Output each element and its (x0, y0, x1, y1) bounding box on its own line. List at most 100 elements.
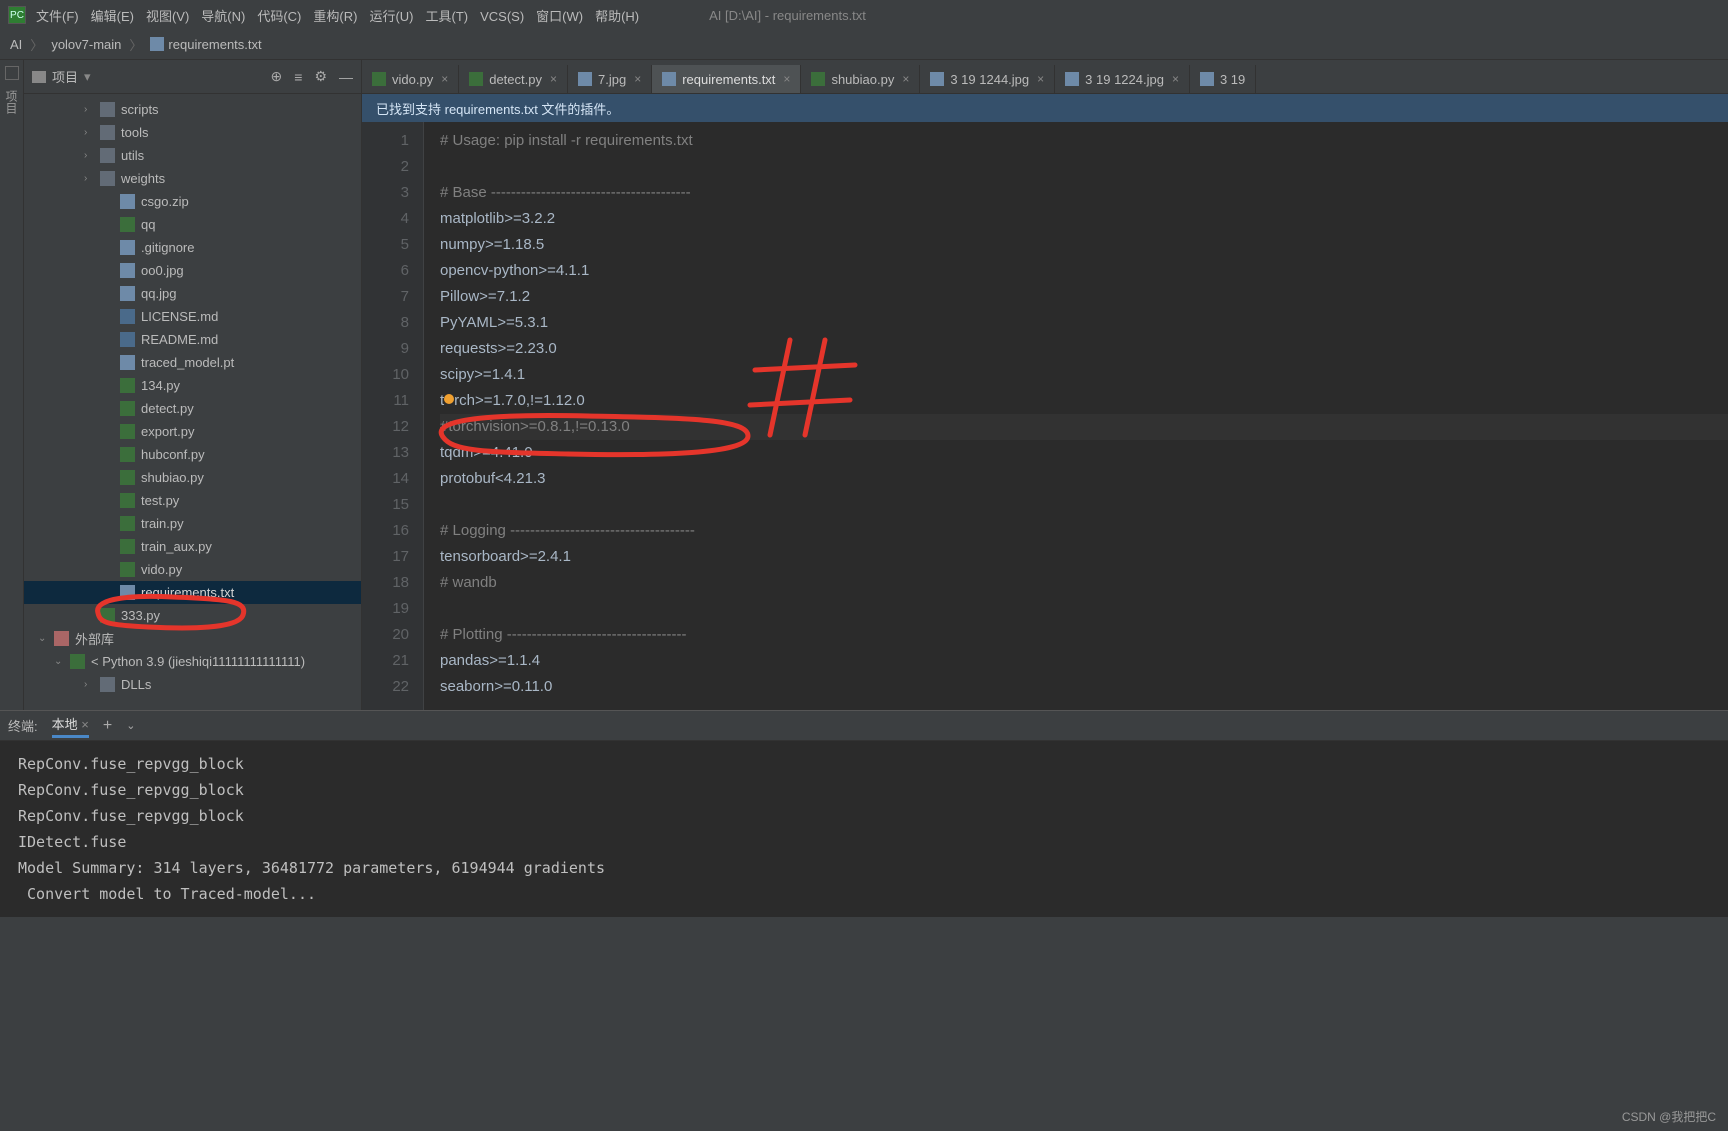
code-line[interactable]: scipy>=1.4.1 (440, 362, 1728, 388)
code-line[interactable]: Pillow>=7.1.2 (440, 284, 1728, 310)
tree-item[interactable]: 333.py (24, 604, 361, 627)
tree-item[interactable]: qq (24, 213, 361, 236)
breadcrumb-project[interactable]: yolov7-main (51, 37, 121, 52)
editor-tab[interactable]: 3 19 (1190, 65, 1256, 93)
locate-icon[interactable]: ⊕ (271, 68, 283, 85)
code-line[interactable]: # Usage: pip install -r requirements.txt (440, 128, 1728, 154)
code-editor[interactable]: 12345678910111213141516171819202122 # Us… (362, 122, 1728, 710)
tree-item[interactable]: hubconf.py (24, 443, 361, 466)
editor-tab[interactable]: 3 19 1224.jpg× (1055, 65, 1190, 93)
dropdown-icon[interactable]: ▾ (84, 69, 91, 85)
tree-item[interactable]: .gitignore (24, 236, 361, 259)
collapse-icon[interactable]: ≡ (294, 69, 302, 85)
project-tool-icon[interactable] (5, 66, 19, 80)
tree-item[interactable]: shubiao.py (24, 466, 361, 489)
tree-item-label: hubconf.py (141, 447, 205, 462)
settings-icon[interactable]: ⚙ (314, 68, 327, 85)
tree-item[interactable]: ›weights (24, 167, 361, 190)
editor-tab[interactable]: detect.py× (459, 65, 568, 93)
tree-item-label: < Python 3.9 (jieshiqi11111111111111) (91, 654, 305, 669)
code-line[interactable]: requests>=2.23.0 (440, 336, 1728, 362)
tree-item[interactable]: ›utils (24, 144, 361, 167)
code-line[interactable]: opencv-python>=4.1.1 (440, 258, 1728, 284)
terminal-tab-local[interactable]: 本地 × (52, 714, 89, 738)
close-icon[interactable]: × (1037, 72, 1044, 86)
code-line[interactable]: tensorboard>=2.4.1 (440, 544, 1728, 570)
line-number: 1 (362, 128, 409, 154)
terminal-add-button[interactable]: + (103, 717, 112, 735)
lib-icon (54, 631, 69, 646)
tree-item[interactable]: train.py (24, 512, 361, 535)
menu-item[interactable]: VCS(S) (474, 7, 530, 26)
tree-item[interactable]: ⌄< Python 3.9 (jieshiqi11111111111111) (24, 650, 361, 673)
editor-tab[interactable]: vido.py× (362, 65, 459, 93)
tree-item-label: DLLs (121, 677, 151, 692)
tree-item[interactable]: ⌄外部库 (24, 627, 361, 650)
code-line[interactable]: # Logging ------------------------------… (440, 518, 1728, 544)
close-icon[interactable]: × (441, 72, 448, 86)
editor-tab[interactable]: 7.jpg× (568, 65, 652, 93)
editor-tab[interactable]: requirements.txt× (652, 65, 801, 93)
tree-item[interactable]: test.py (24, 489, 361, 512)
tree-item[interactable]: ›tools (24, 121, 361, 144)
code-line[interactable]: # Plotting -----------------------------… (440, 622, 1728, 648)
code-line[interactable] (440, 492, 1728, 518)
menu-item[interactable]: 帮助(H) (589, 7, 645, 26)
tree-item[interactable]: qq.jpg (24, 282, 361, 305)
code-line[interactable]: matplotlib>=3.2.2 (440, 206, 1728, 232)
tree-item[interactable]: csgo.zip (24, 190, 361, 213)
close-icon[interactable]: × (783, 72, 790, 86)
code-line[interactable]: #torchvision>=0.8.1,!=0.13.0 (440, 414, 1728, 440)
tree-item[interactable]: detect.py (24, 397, 361, 420)
editor-tab[interactable]: 3 19 1244.jpg× (920, 65, 1055, 93)
menu-item[interactable]: 文件(F) (30, 7, 85, 26)
project-tool-label[interactable]: 项目 (3, 90, 20, 114)
tree-item[interactable]: 134.py (24, 374, 361, 397)
code-line[interactable] (440, 596, 1728, 622)
tree-item[interactable]: › DLLs (24, 673, 361, 696)
tree-item[interactable]: export.py (24, 420, 361, 443)
code-line[interactable]: # Base ---------------------------------… (440, 180, 1728, 206)
code-line[interactable]: protobuf<4.21.3 (440, 466, 1728, 492)
menu-item[interactable]: 视图(V) (140, 7, 195, 26)
menu-item[interactable]: 窗口(W) (530, 7, 589, 26)
menu-item[interactable]: 导航(N) (195, 7, 251, 26)
tree-item[interactable]: requirements.txt (24, 581, 361, 604)
hide-icon[interactable]: — (339, 69, 353, 85)
code-line[interactable]: seaborn>=0.11.0 (440, 674, 1728, 700)
plugin-banner[interactable]: 已找到支持 requirements.txt 文件的插件。 (362, 94, 1728, 122)
breadcrumb-root[interactable]: AI (10, 37, 22, 52)
menu-item[interactable]: 编辑(E) (85, 7, 140, 26)
close-icon[interactable]: × (1172, 72, 1179, 86)
terminal-dropdown-icon[interactable]: ⌄ (126, 719, 135, 732)
code-line[interactable]: trch>=1.7.0,!=1.12.0 (440, 388, 1728, 414)
project-tree[interactable]: ›scripts›tools›utils›weightscsgo.zipqq.g… (24, 94, 361, 710)
menu-item[interactable]: 工具(T) (419, 7, 474, 26)
terminal-output[interactable]: RepConv.fuse_repvgg_block RepConv.fuse_r… (0, 741, 1728, 917)
tree-item[interactable]: README.md (24, 328, 361, 351)
close-icon[interactable]: × (902, 72, 909, 86)
close-icon[interactable]: × (81, 717, 89, 732)
code-line[interactable]: PyYAML>=5.3.1 (440, 310, 1728, 336)
code-line[interactable]: # wandb (440, 570, 1728, 596)
code-line[interactable]: pandas>=1.1.4 (440, 648, 1728, 674)
chevron-icon: › (84, 679, 98, 690)
code-line[interactable] (440, 154, 1728, 180)
menu-item[interactable]: 代码(C) (251, 7, 307, 26)
code-line[interactable]: numpy>=1.18.5 (440, 232, 1728, 258)
menu-item[interactable]: 重构(R) (307, 7, 363, 26)
tree-item[interactable]: train_aux.py (24, 535, 361, 558)
breadcrumb-file[interactable]: requirements.txt (150, 37, 261, 52)
tree-item[interactable]: vido.py (24, 558, 361, 581)
txt-icon (120, 585, 135, 600)
code-body[interactable]: # Usage: pip install -r requirements.txt… (424, 122, 1728, 710)
close-icon[interactable]: × (634, 72, 641, 86)
editor-tab[interactable]: shubiao.py× (801, 65, 920, 93)
tree-item[interactable]: oo0.jpg (24, 259, 361, 282)
tree-item[interactable]: ›scripts (24, 98, 361, 121)
tree-item[interactable]: LICENSE.md (24, 305, 361, 328)
tree-item[interactable]: traced_model.pt (24, 351, 361, 374)
close-icon[interactable]: × (550, 72, 557, 86)
menu-item[interactable]: 运行(U) (363, 7, 419, 26)
code-line[interactable]: tqdm>=4.41.0 (440, 440, 1728, 466)
